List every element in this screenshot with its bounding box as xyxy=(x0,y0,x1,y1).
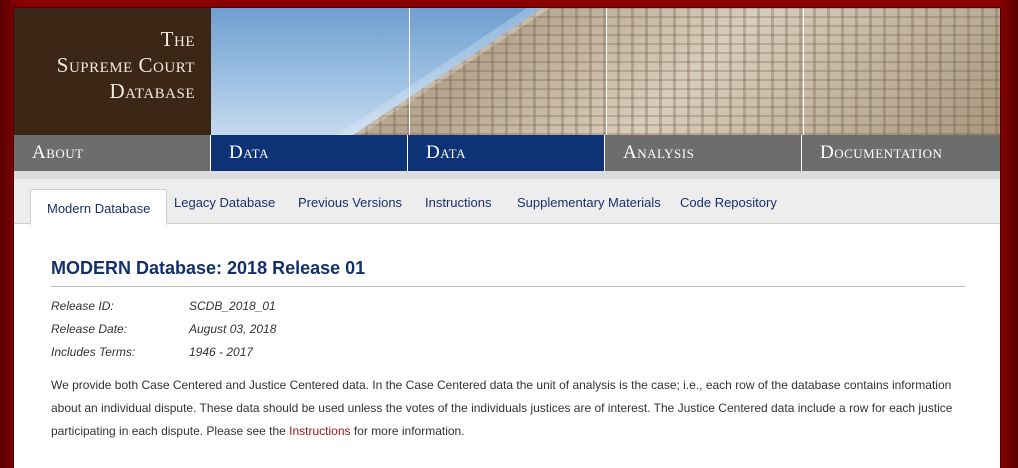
meta-row: Release Date: August 03, 2018 xyxy=(51,318,965,341)
release-meta: Release ID: SCDB_2018_01 Release Date: Aug… xyxy=(51,295,965,364)
site-logo[interactable]: The Supreme Court Database xyxy=(14,8,211,135)
nav-analysis[interactable]: Analysis xyxy=(605,135,802,171)
tab-modern-database[interactable]: Modern Database xyxy=(30,189,168,225)
banner-divider xyxy=(803,8,804,135)
tab-supplementary-materials[interactable]: Supplementary Materials xyxy=(517,195,661,210)
nav-documentation[interactable]: Documentation xyxy=(802,135,1000,171)
meta-row: Includes Terms: 1946 - 2017 xyxy=(51,341,965,364)
meta-key: Release ID: xyxy=(51,299,114,313)
meta-key: Release Date: xyxy=(51,322,128,336)
tab-code-repository[interactable]: Code Repository xyxy=(680,195,777,210)
meta-value: SCDB_2018_01 xyxy=(189,299,276,313)
sub-tabs: Modern Database Legacy Database Previous… xyxy=(14,171,1000,225)
tab-instructions[interactable]: Instructions xyxy=(425,195,491,210)
description-text: We provide both Case Centered and Justic… xyxy=(51,378,953,438)
header-banner: The Supreme Court Database xyxy=(14,8,1000,135)
logo-line: Database xyxy=(109,79,195,103)
page-frame: The Supreme Court Database About Data Da… xyxy=(14,8,1000,468)
main-content: MODERN Database: 2018 Release 01 Release… xyxy=(51,258,965,443)
instructions-link[interactable]: Instructions xyxy=(289,424,350,438)
main-nav: About Data Data Analysis Documentation xyxy=(14,135,1000,171)
logo-line: Supreme Court xyxy=(56,53,195,77)
meta-row: Release ID: SCDB_2018_01 xyxy=(51,295,965,318)
logo-line: The xyxy=(160,27,195,51)
meta-value: August 03, 2018 xyxy=(189,322,277,336)
tab-legacy-database[interactable]: Legacy Database xyxy=(174,195,275,210)
nav-data[interactable]: Data xyxy=(408,135,605,171)
tab-previous-versions[interactable]: Previous Versions xyxy=(298,195,402,210)
nav-data[interactable]: Data xyxy=(211,135,408,171)
meta-key: Includes Terms: xyxy=(51,345,136,359)
banner-divider xyxy=(409,8,410,135)
description-text: for more information. xyxy=(350,424,465,438)
banner-divider xyxy=(606,8,607,135)
meta-value: 1946 - 2017 xyxy=(189,345,254,359)
nav-about[interactable]: About xyxy=(14,135,211,171)
description-paragraph: We provide both Case Centered and Justic… xyxy=(51,374,965,443)
page-title: MODERN Database: 2018 Release 01 xyxy=(51,258,965,287)
